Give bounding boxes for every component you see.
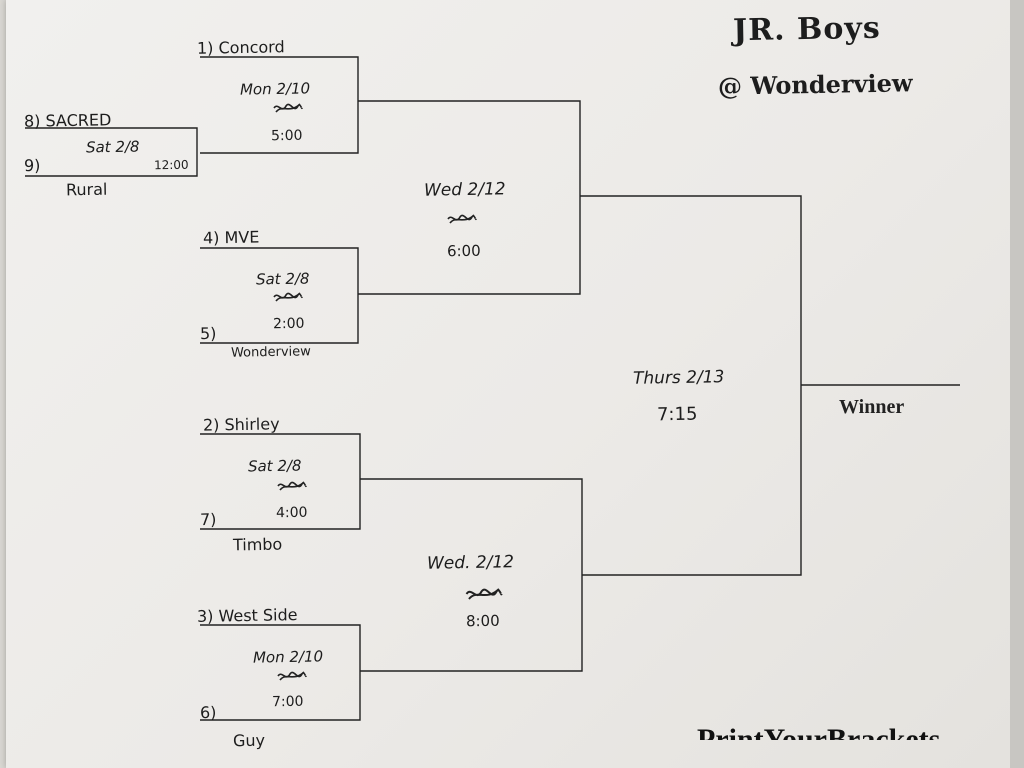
game-1-time: 5:00 (270, 127, 303, 145)
brand-logo: PrintYourBrackets (697, 723, 941, 740)
team-seed-9: 9) (23, 155, 41, 176)
scribble-mark (277, 481, 307, 491)
team-seed-1: 1) Concord (196, 37, 285, 58)
game-4-5-date: Sat 2/8 (255, 269, 310, 289)
game-3-6-time: 7:00 (271, 693, 304, 711)
game-8-9-time: 12:00 (153, 157, 189, 173)
team-seed-5: 5) (199, 323, 217, 344)
team-seed-7: 7) (199, 509, 217, 530)
team-seed-2: 2) Shirley (202, 414, 280, 435)
line-semi-bottom (360, 478, 583, 672)
bracket-lines (25, 56, 960, 721)
game-2-7-time: 4:00 (275, 504, 308, 522)
team-name-9: Rural (65, 179, 108, 200)
scribble-mark (273, 292, 303, 302)
semi-bottom-time: 8:00 (465, 611, 500, 631)
game-8-9-date: Sat 2/8 (85, 137, 140, 157)
game-4-5-time: 2:00 (272, 315, 305, 333)
game-2-7-date: Sat 2/8 (247, 456, 302, 476)
semi-top-time: 6:00 (446, 241, 481, 261)
final-date: Thurs 2/13 (632, 367, 725, 389)
semi-top-date: Wed 2/12 (423, 179, 506, 201)
team-seed-4: 4) MVE (202, 227, 260, 248)
team-name-5: Wonderview (230, 344, 311, 361)
team-seed-6: 6) (199, 702, 217, 723)
team-seed-3: 3) West Side (196, 605, 298, 626)
final-time: 7:15 (656, 403, 698, 426)
scribble-mark (277, 671, 307, 681)
scribble-mark (447, 214, 477, 224)
game-3-6-date: Mon 2/10 (252, 647, 324, 667)
team-name-7: Timbo (232, 534, 283, 555)
scribble-mark (465, 588, 503, 600)
bracket-title: JR. Boys (732, 10, 881, 49)
winner-label: Winner (839, 396, 905, 418)
team-seed-8: 8) SACRED (23, 110, 112, 131)
game-1-date: Mon 2/10 (239, 79, 311, 99)
semi-bottom-date: Wed. 2/12 (426, 552, 515, 574)
bracket-venue: @ Wonderview (717, 68, 913, 101)
scribble-mark (273, 103, 303, 113)
team-name-6: Guy (232, 730, 266, 751)
